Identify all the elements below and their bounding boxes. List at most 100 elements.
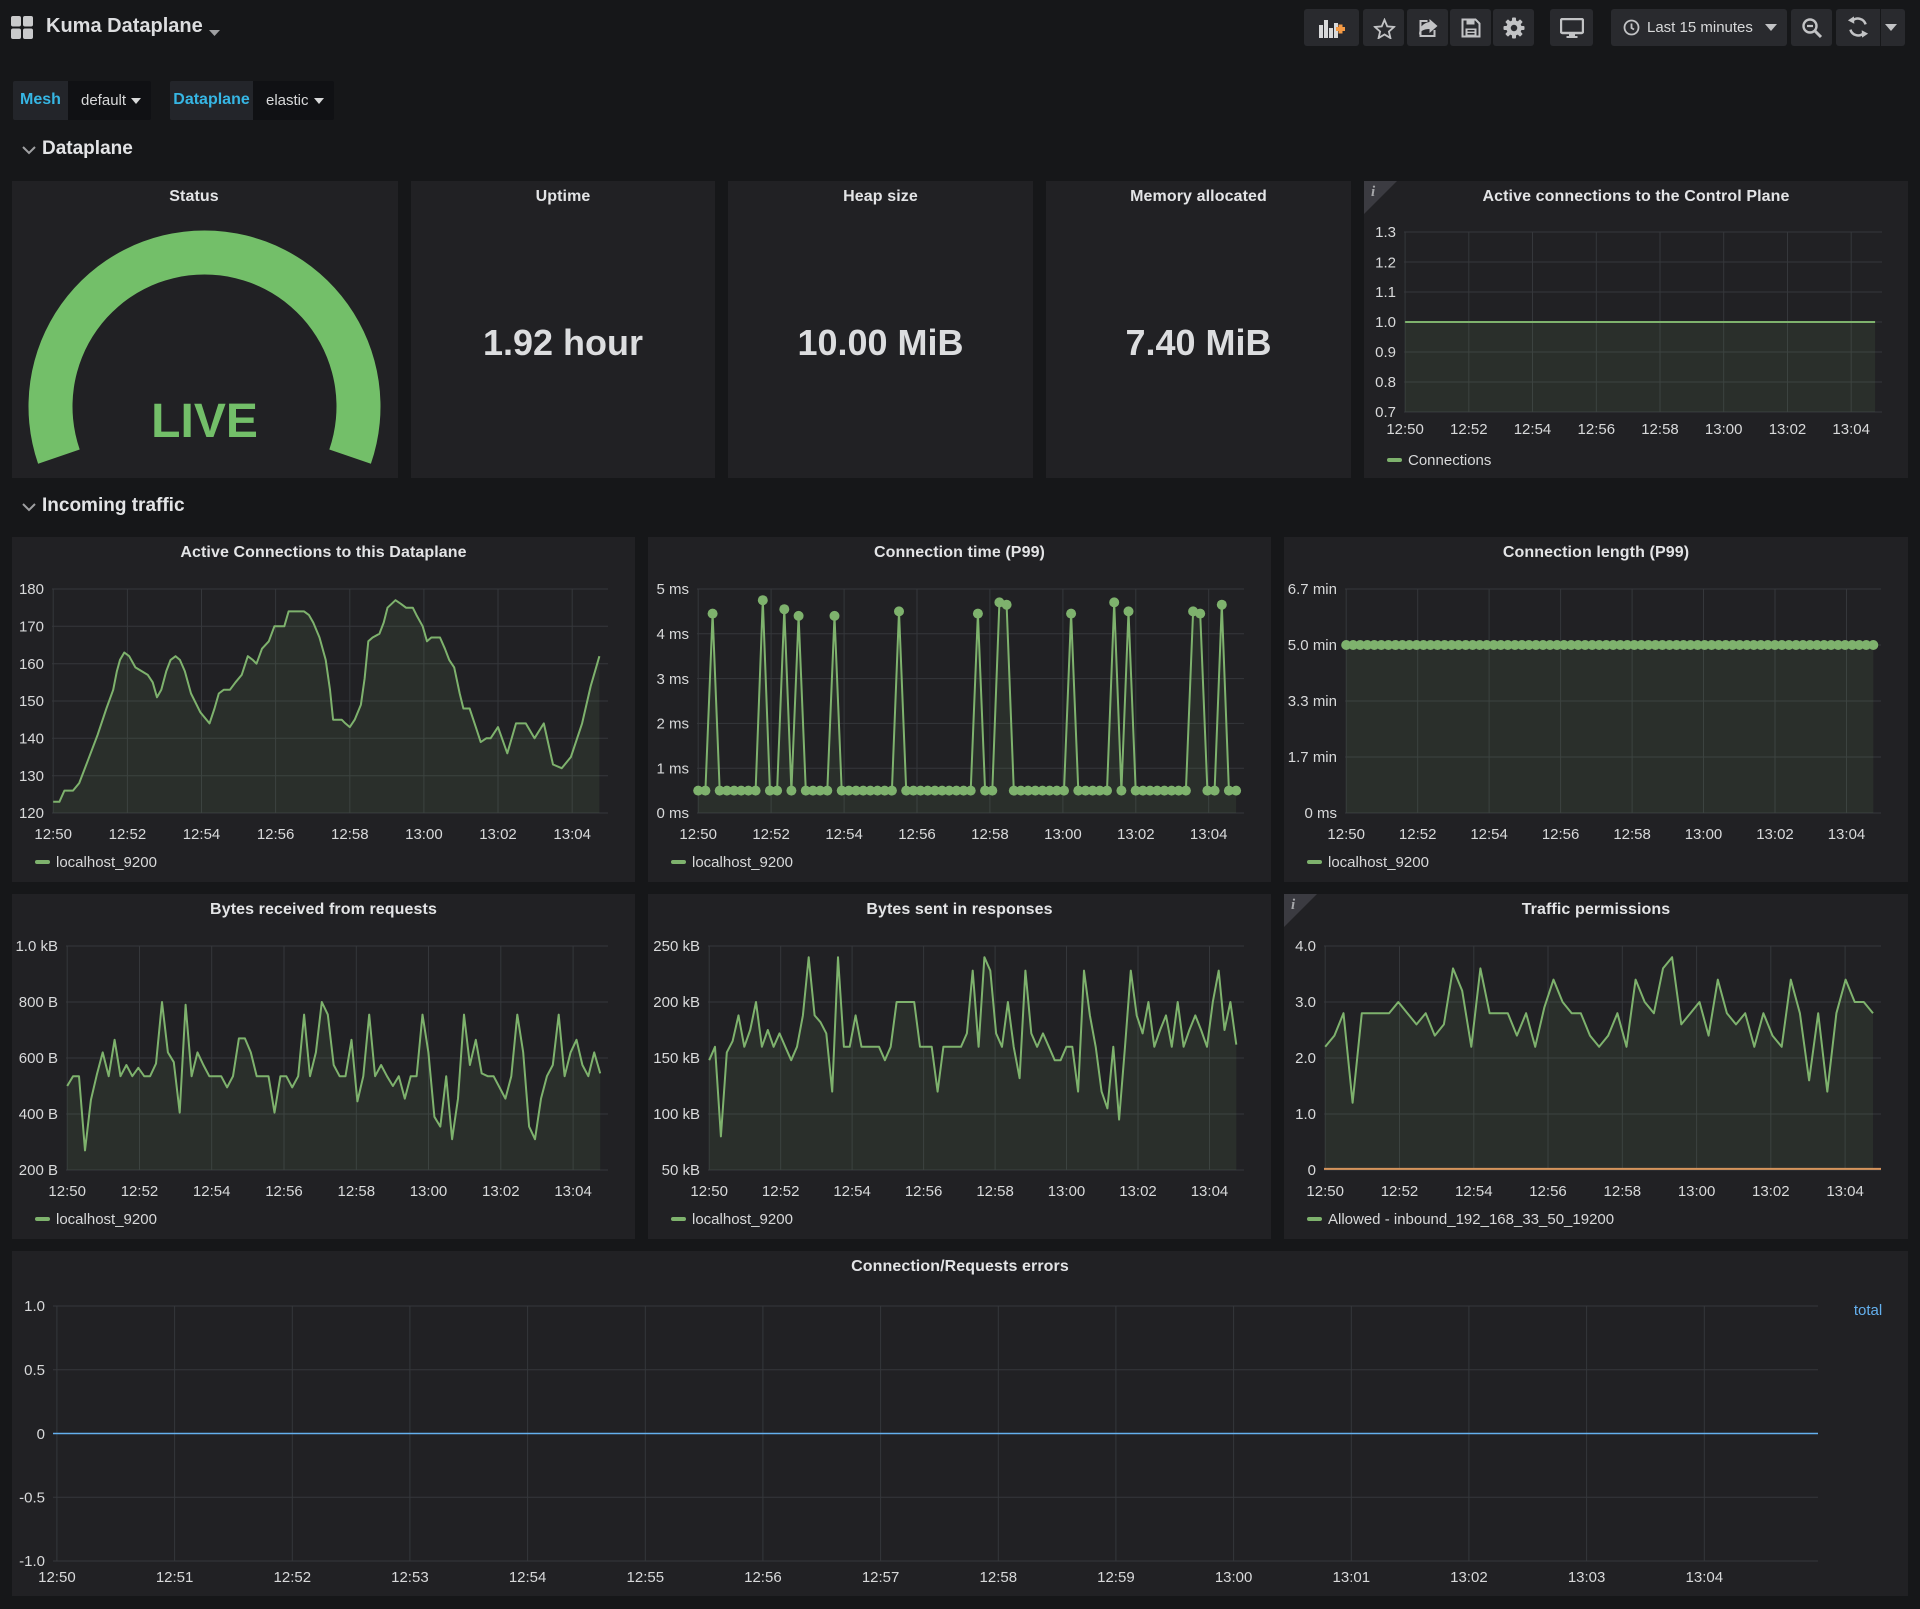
svg-text:13:04: 13:04 — [1191, 1183, 1229, 1200]
svg-text:LIVE: LIVE — [151, 395, 258, 448]
svg-text:12:53: 12:53 — [391, 1569, 429, 1586]
svg-text:0.9: 0.9 — [1375, 344, 1396, 361]
svg-text:150 kB: 150 kB — [653, 1050, 700, 1067]
svg-text:1.2: 1.2 — [1375, 254, 1396, 271]
svg-text:12:57: 12:57 — [862, 1569, 900, 1586]
svg-text:12:56: 12:56 — [898, 826, 936, 843]
svg-text:13:03: 13:03 — [1568, 1569, 1606, 1586]
svg-text:4.0: 4.0 — [1295, 938, 1316, 955]
svg-text:200 kB: 200 kB — [653, 994, 700, 1011]
svg-text:13:00: 13:00 — [1705, 421, 1743, 438]
svg-text:12:58: 12:58 — [331, 826, 369, 843]
svg-text:13:04: 13:04 — [1190, 826, 1228, 843]
svg-text:-0.5: -0.5 — [19, 1490, 45, 1507]
svg-text:12:52: 12:52 — [1381, 1183, 1419, 1200]
svg-text:1.0: 1.0 — [24, 1298, 45, 1315]
svg-text:13:02: 13:02 — [1769, 421, 1807, 438]
svg-text:12:58: 12:58 — [971, 826, 1009, 843]
svg-text:13:02: 13:02 — [479, 826, 517, 843]
svg-text:6.7 min: 6.7 min — [1288, 581, 1337, 598]
svg-text:1.0 kB: 1.0 kB — [15, 938, 58, 955]
svg-text:0 ms: 0 ms — [656, 805, 689, 822]
svg-text:400 B: 400 B — [19, 1106, 58, 1123]
svg-text:12:54: 12:54 — [833, 1183, 871, 1200]
svg-text:1 ms: 1 ms — [656, 761, 689, 778]
svg-text:0.7: 0.7 — [1375, 404, 1396, 421]
svg-text:13:02: 13:02 — [1756, 826, 1794, 843]
svg-text:12:56: 12:56 — [744, 1569, 782, 1586]
svg-text:140: 140 — [19, 731, 44, 748]
svg-text:1.0: 1.0 — [1375, 314, 1396, 331]
svg-text:12:52: 12:52 — [121, 1183, 159, 1200]
svg-text:600 B: 600 B — [19, 1050, 58, 1067]
svg-text:12:54: 12:54 — [193, 1183, 231, 1200]
svg-text:1.0: 1.0 — [1295, 1106, 1316, 1123]
svg-text:1.1: 1.1 — [1375, 284, 1396, 301]
svg-text:12:52: 12:52 — [752, 826, 790, 843]
svg-text:13:04: 13:04 — [554, 1183, 592, 1200]
svg-text:12:54: 12:54 — [1470, 826, 1508, 843]
svg-text:13:04: 13:04 — [1828, 826, 1866, 843]
svg-text:0.8: 0.8 — [1375, 374, 1396, 391]
svg-text:12:54: 12:54 — [1514, 421, 1552, 438]
svg-text:13:01: 13:01 — [1333, 1569, 1371, 1586]
svg-text:localhost_9200: localhost_9200 — [1328, 854, 1429, 871]
svg-text:13:00: 13:00 — [1678, 1183, 1716, 1200]
svg-text:160: 160 — [19, 656, 44, 673]
svg-text:12:59: 12:59 — [1097, 1569, 1135, 1586]
svg-text:200 B: 200 B — [19, 1162, 58, 1179]
svg-text:12:56: 12:56 — [1529, 1183, 1567, 1200]
svg-text:100 kB: 100 kB — [653, 1106, 700, 1123]
svg-text:12:54: 12:54 — [1455, 1183, 1493, 1200]
svg-text:12:50: 12:50 — [48, 1183, 86, 1200]
svg-text:localhost_9200: localhost_9200 — [692, 1211, 793, 1228]
svg-text:12:54: 12:54 — [825, 826, 863, 843]
svg-text:12:52: 12:52 — [109, 826, 147, 843]
svg-text:170: 170 — [19, 619, 44, 636]
svg-text:120: 120 — [19, 805, 44, 822]
svg-text:localhost_9200: localhost_9200 — [56, 854, 157, 871]
svg-text:13:00: 13:00 — [1685, 826, 1723, 843]
svg-text:3 ms: 3 ms — [656, 671, 689, 688]
svg-text:12:52: 12:52 — [274, 1569, 312, 1586]
svg-text:13:04: 13:04 — [553, 826, 591, 843]
svg-text:13:02: 13:02 — [1752, 1183, 1790, 1200]
svg-text:12:50: 12:50 — [690, 1183, 728, 1200]
svg-text:2 ms: 2 ms — [656, 716, 689, 733]
svg-text:0: 0 — [1308, 1162, 1316, 1179]
svg-text:12:51: 12:51 — [156, 1569, 194, 1586]
svg-text:localhost_9200: localhost_9200 — [56, 1211, 157, 1228]
svg-text:13:00: 13:00 — [1048, 1183, 1086, 1200]
svg-text:12:50: 12:50 — [679, 826, 717, 843]
svg-text:13:00: 13:00 — [410, 1183, 448, 1200]
svg-text:0: 0 — [37, 1426, 45, 1443]
svg-text:1.7 min: 1.7 min — [1288, 749, 1337, 766]
svg-text:0 ms: 0 ms — [1304, 805, 1337, 822]
svg-text:3.3 min: 3.3 min — [1288, 693, 1337, 710]
svg-text:12:58: 12:58 — [338, 1183, 376, 1200]
svg-text:12:56: 12:56 — [257, 826, 295, 843]
svg-text:13:02: 13:02 — [1450, 1569, 1488, 1586]
svg-text:1.3: 1.3 — [1375, 224, 1396, 241]
svg-text:50 kB: 50 kB — [662, 1162, 700, 1179]
svg-text:total: total — [1854, 1302, 1882, 1319]
svg-text:12:50: 12:50 — [1327, 826, 1365, 843]
svg-text:localhost_9200: localhost_9200 — [692, 854, 793, 871]
svg-text:250 kB: 250 kB — [653, 938, 700, 955]
svg-text:13:04: 13:04 — [1686, 1569, 1724, 1586]
svg-text:12:52: 12:52 — [762, 1183, 800, 1200]
svg-text:12:58: 12:58 — [1613, 826, 1651, 843]
svg-text:12:58: 12:58 — [980, 1569, 1018, 1586]
svg-text:12:50: 12:50 — [38, 1569, 76, 1586]
svg-text:12:55: 12:55 — [627, 1569, 665, 1586]
svg-text:Allowed - inbound_192_168_33_5: Allowed - inbound_192_168_33_50_19200 — [1328, 1211, 1614, 1228]
svg-text:180: 180 — [19, 581, 44, 598]
svg-text:12:50: 12:50 — [1306, 1183, 1344, 1200]
svg-text:Connections: Connections — [1408, 452, 1491, 469]
svg-text:13:00: 13:00 — [1044, 826, 1082, 843]
svg-text:13:02: 13:02 — [482, 1183, 520, 1200]
svg-text:13:02: 13:02 — [1119, 1183, 1157, 1200]
svg-text:12:52: 12:52 — [1450, 421, 1488, 438]
svg-text:-1.0: -1.0 — [19, 1553, 45, 1570]
svg-text:800 B: 800 B — [19, 994, 58, 1011]
